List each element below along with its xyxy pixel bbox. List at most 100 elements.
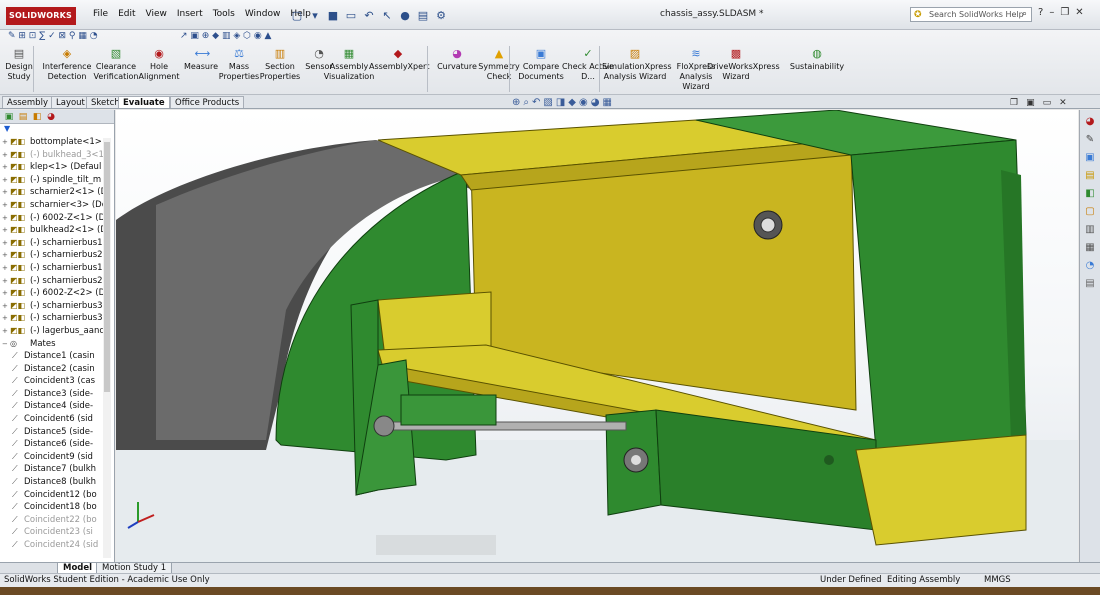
expand-icon[interactable]: +: [2, 186, 10, 199]
collapse-icon[interactable]: −: [2, 338, 10, 351]
options-icon[interactable]: ⚙: [433, 7, 449, 23]
file-properties-icon[interactable]: ▤: [415, 7, 431, 23]
display-manager-icon[interactable]: ◕: [45, 111, 57, 123]
tab-layout[interactable]: Layout: [51, 96, 90, 108]
tree-item[interactable]: + ◩◧ (-) scharnierbus3: [0, 300, 114, 313]
tree-item[interactable]: + ◩◧ klep<1> (Defaul: [0, 161, 114, 174]
menu-tools[interactable]: Tools: [208, 9, 240, 19]
print-icon[interactable]: ▭: [343, 7, 359, 23]
search-icon[interactable]: ⌕: [1022, 8, 1027, 21]
mate-item[interactable]: ⟋ Distance3 (side-: [0, 388, 114, 401]
menu-window[interactable]: Window: [240, 9, 286, 19]
tree-item[interactable]: + ◩◧ (-) lagerbus_aanc: [0, 325, 114, 338]
menu-file[interactable]: File: [88, 9, 113, 19]
mate-item[interactable]: ⟋ Coincident3 (cas: [0, 375, 114, 388]
assembly-model[interactable]: [116, 110, 1078, 562]
forum-icon[interactable]: ◔: [1084, 259, 1097, 272]
expand-icon[interactable]: +: [2, 212, 10, 225]
solidworks-resources-icon[interactable]: ◕: [1084, 115, 1097, 128]
view-orientation-icon[interactable]: ◨: [556, 97, 565, 108]
file-explorer-icon[interactable]: ▣: [1084, 151, 1097, 164]
tree-item[interactable]: + ◩◧ (-) scharnierbus2: [0, 275, 114, 288]
select-cursor-icon[interactable]: ↖: [379, 7, 395, 23]
viewport-close-icon[interactable]: ✕: [1059, 98, 1067, 108]
expand-icon[interactable]: +: [2, 325, 10, 338]
display-style-icon[interactable]: ◆: [568, 97, 576, 108]
expand-icon[interactable]: +: [2, 275, 10, 288]
expand-icon[interactable]: +: [2, 224, 10, 237]
expand-icon[interactable]: +: [2, 262, 10, 275]
mate-item[interactable]: ⟋ Coincident6 (sid: [0, 413, 114, 426]
tree-item[interactable]: + ◩◧ (-) scharnierbus3: [0, 312, 114, 325]
search-results-icon[interactable]: ▤: [1084, 169, 1097, 182]
scene-icon[interactable]: ▦: [602, 97, 611, 108]
expand-icon[interactable]: +: [2, 161, 10, 174]
tree-item[interactable]: + ◩◧ scharnier2<1> (D: [0, 186, 114, 199]
sketch-toolbar-icon[interactable]: ✎ ⊞ ⊡ ∑ ✓ ⊠ ⚲ ▦ ◔: [8, 31, 98, 41]
tree-item[interactable]: + ◩◧ (-) 6002-Z<2> (D: [0, 287, 114, 300]
configuration-manager-icon[interactable]: ◧: [31, 111, 43, 123]
camera-icon[interactable]: ▤: [1084, 277, 1097, 290]
expand-icon[interactable]: +: [2, 237, 10, 250]
mate-item[interactable]: ⟋ Distance2 (casin: [0, 363, 114, 376]
undo-icon[interactable]: ↶: [361, 7, 377, 23]
tool-sustainability[interactable]: ◍ Sustainability: [788, 48, 846, 72]
expand-icon[interactable]: +: [2, 287, 10, 300]
toolbar-icon-group[interactable]: ↗ ▣ ⊕ ◆ ▥ ◈ ⬡ ◉ ▲: [180, 31, 271, 41]
units-selector[interactable]: MMGS: [984, 574, 1011, 587]
tab-evaluate[interactable]: Evaluate: [118, 96, 170, 108]
mate-item[interactable]: ⟋ Distance4 (side-: [0, 400, 114, 413]
previous-view-icon[interactable]: ↶: [532, 97, 540, 108]
graphics-area[interactable]: [116, 110, 1078, 562]
tree-item[interactable]: + ◩◧ (-) scharnierbus1: [0, 237, 114, 250]
toolbox-icon[interactable]: ▦: [1084, 241, 1097, 254]
zoom-to-fit-icon[interactable]: ⊕: [512, 97, 520, 108]
search-help-input[interactable]: ✪ Search SolidWorks Help ⌕: [910, 7, 1032, 22]
mate-item[interactable]: ⟋ Coincident12 (bo: [0, 489, 114, 502]
feature-manager-icon[interactable]: ▣: [3, 111, 15, 123]
mate-item[interactable]: ⟋ Distance1 (casin: [0, 350, 114, 363]
solidworks-logo[interactable]: SOLIDWORKS: [6, 7, 76, 25]
appearances-icon[interactable]: ▢: [1084, 205, 1097, 218]
mate-item[interactable]: ⟋ Coincident18 (bo: [0, 501, 114, 514]
appearance-icon[interactable]: ◕: [591, 97, 600, 108]
restore-icon[interactable]: ❐: [1060, 7, 1069, 18]
help-icon[interactable]: ?: [1038, 7, 1043, 18]
new-document-icon[interactable]: ▢: [289, 7, 305, 23]
tool-assemblyxpert[interactable]: ◆ AssemblyXpert: [369, 48, 429, 72]
expand-icon[interactable]: +: [2, 249, 10, 262]
tree-item[interactable]: + ◩◧ (-) spindle_tilt_m: [0, 174, 114, 187]
view-palette-icon[interactable]: ◧: [1084, 187, 1097, 200]
property-manager-icon[interactable]: ▤: [17, 111, 29, 123]
open-folder-icon[interactable]: ▾: [307, 7, 323, 23]
hide-show-icon[interactable]: ◉: [579, 97, 588, 108]
rebuild-icon[interactable]: ●: [397, 7, 413, 23]
design-library-icon[interactable]: ✎: [1084, 133, 1097, 146]
expand-icon[interactable]: +: [2, 199, 10, 212]
tool-simulation[interactable]: ▨ SimulationXpress Analysis Wizard: [602, 48, 672, 82]
expand-icon[interactable]: +: [2, 300, 10, 313]
tab-assembly[interactable]: Assembly: [2, 96, 53, 108]
expand-icon[interactable]: +: [2, 312, 10, 325]
expand-icon[interactable]: +: [2, 136, 10, 149]
tree-scrollbar[interactable]: [103, 138, 111, 558]
menu-insert[interactable]: Insert: [172, 9, 208, 19]
mate-item[interactable]: ⟋ Distance6 (side-: [0, 438, 114, 451]
save-icon[interactable]: ■: [325, 7, 341, 23]
tree-mates-folder[interactable]: − ◎ Mates: [0, 338, 114, 351]
mate-item[interactable]: ⟋ Distance7 (bulkh: [0, 463, 114, 476]
tree-item[interactable]: + ◩◧ (-) scharnierbus2: [0, 249, 114, 262]
close-icon[interactable]: ✕: [1075, 7, 1083, 18]
tool-driveworks[interactable]: ▩ DriveWorksXpress Wizard: [707, 48, 780, 82]
tree-item[interactable]: + ◩◧ bulkhead2<1> (D: [0, 224, 114, 237]
viewport-tile-icon[interactable]: ▣: [1026, 98, 1035, 108]
tool-design-study[interactable]: ▤ Design Study: [4, 48, 34, 82]
mate-item[interactable]: ⟋ Coincident9 (sid: [0, 451, 114, 464]
mate-item[interactable]: ⟋ Distance5 (side-: [0, 426, 114, 439]
tree-item[interactable]: + ◩◧ bottomplate<1>: [0, 136, 114, 149]
custom-properties-icon[interactable]: ▥: [1084, 223, 1097, 236]
expand-icon[interactable]: +: [2, 149, 10, 162]
minimize-icon[interactable]: –: [1049, 7, 1054, 18]
viewport-restore-icon[interactable]: ❐: [1010, 98, 1018, 108]
viewport-minimize-icon[interactable]: ▭: [1043, 98, 1052, 108]
